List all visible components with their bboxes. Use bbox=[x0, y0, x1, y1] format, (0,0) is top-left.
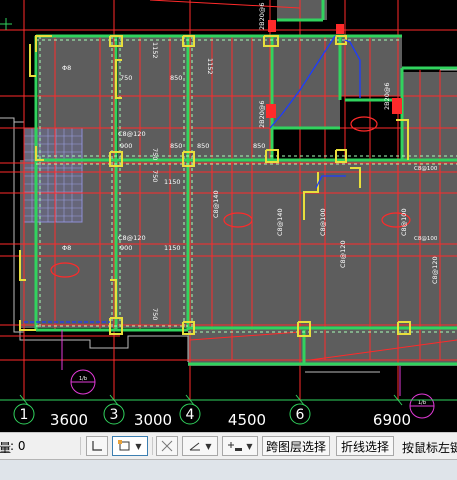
cross-icon bbox=[161, 440, 173, 452]
dimension-label: 3000 bbox=[134, 411, 172, 429]
room-dim: 750 bbox=[151, 308, 159, 320]
room-dim: 850 bbox=[197, 142, 209, 150]
callout-label: 1/b bbox=[79, 376, 87, 382]
ortho-button[interactable] bbox=[86, 436, 108, 456]
room-dim: 750 bbox=[120, 74, 132, 82]
room-dim: 1152 bbox=[206, 58, 214, 75]
dimension-label: 6900 bbox=[373, 411, 411, 429]
slab-label: C8@100 bbox=[319, 208, 327, 236]
axis-number: 3 bbox=[110, 407, 119, 423]
room-dim: 850 bbox=[253, 142, 265, 150]
slab-label: C8@100 bbox=[400, 208, 408, 236]
room-dim: 850 bbox=[170, 74, 182, 82]
toolbar-separator bbox=[152, 437, 153, 455]
mouse-hint-text: 按鼠标左键 bbox=[402, 441, 457, 455]
axis-number: 6 bbox=[296, 407, 305, 423]
room-dim: 1152 bbox=[151, 42, 159, 59]
cad-drawing-canvas[interactable]: 1/b 1/b 1 3 4 6 3600 3000 4500 6900 750 … bbox=[0, 0, 457, 432]
angle-icon bbox=[190, 442, 201, 451]
slab-label: C8@100 bbox=[414, 236, 438, 242]
slab-label: C8@120 bbox=[339, 240, 347, 268]
slab-areas bbox=[20, 0, 457, 366]
selection-count-value: : 0 bbox=[10, 439, 26, 453]
hatched-block bbox=[23, 127, 83, 223]
snap-button[interactable]: ▼ bbox=[222, 436, 258, 456]
axis-number: 4 bbox=[186, 407, 195, 423]
slab-label: C8@140 bbox=[276, 208, 284, 236]
slab-label: C8@100 bbox=[414, 166, 438, 172]
bottom-status-strip bbox=[0, 459, 457, 480]
rebar-label: 2B20@6 bbox=[258, 100, 266, 128]
slab-label: C8@120 bbox=[431, 256, 439, 284]
rebar-label: 2B20@6 bbox=[383, 82, 391, 110]
angle-button[interactable]: ▼ bbox=[182, 436, 218, 456]
select-box-icon bbox=[118, 440, 130, 451]
crosslayer-select-button[interactable]: 跨图层选择 bbox=[262, 436, 330, 456]
room-dim: 1150 bbox=[164, 244, 181, 252]
axis-number: 1 bbox=[20, 407, 29, 423]
room-dim: 750 bbox=[151, 148, 159, 160]
rebar-label: Φ8 bbox=[62, 244, 71, 252]
cross-button[interactable] bbox=[156, 436, 178, 456]
polyline-select-button[interactable]: 折线选择 bbox=[336, 436, 394, 456]
slab-label: C8@120 bbox=[118, 130, 146, 138]
toolbar-separator bbox=[80, 437, 81, 455]
ortho-icon bbox=[92, 441, 102, 451]
dimension-label: 4500 bbox=[228, 411, 266, 429]
dimension-label: 3600 bbox=[50, 411, 88, 429]
slab-label: C8@140 bbox=[212, 190, 220, 218]
room-dim: 1150 bbox=[164, 178, 181, 186]
rebar-label: 2B20@6 bbox=[258, 2, 266, 30]
chevron-down-icon: ▼ bbox=[246, 441, 253, 451]
chevron-down-icon: ▼ bbox=[135, 441, 142, 451]
select-box-button[interactable]: ▼ bbox=[112, 436, 148, 456]
callout-label: 1/b bbox=[418, 400, 426, 406]
status-toolbar: 数量 : 0 ▼ ▼ ▼ 跨图层选择 折线选择 按鼠标左键 bbox=[0, 432, 457, 460]
chevron-down-icon: ▼ bbox=[205, 441, 212, 451]
room-dim: 850 bbox=[170, 142, 182, 150]
room-dim: 750 bbox=[151, 170, 159, 182]
room-dim: 900 bbox=[120, 142, 132, 150]
room-dim: 900 bbox=[120, 244, 132, 252]
snap-icon bbox=[228, 442, 243, 451]
rebar-label: Φ8 bbox=[62, 64, 71, 72]
slab-label: C8@120 bbox=[118, 234, 146, 242]
